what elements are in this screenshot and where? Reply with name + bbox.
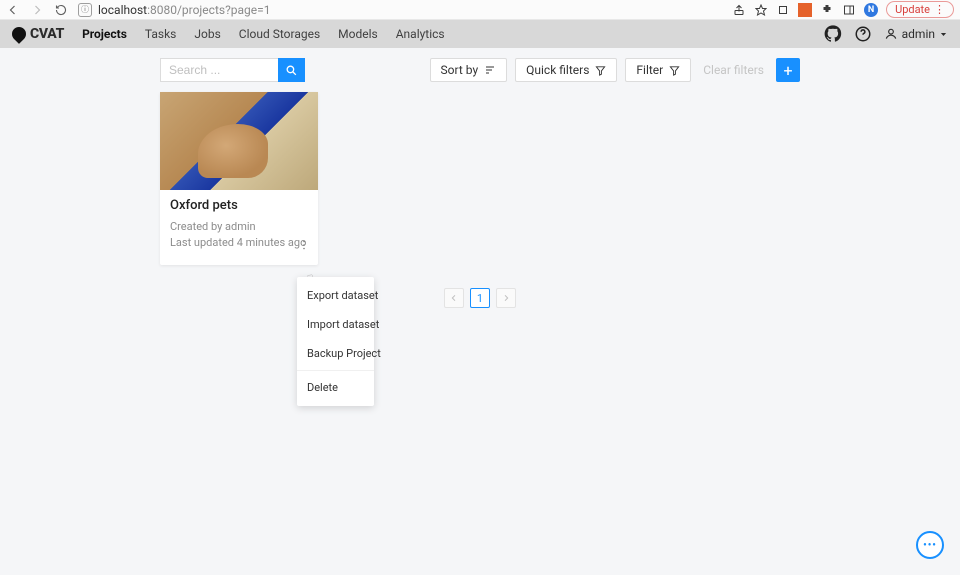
browser-bar: ⓘ localhost:8080/projects?page=1 N Updat… (0, 0, 960, 20)
browser-update-button[interactable]: Update ⋮ (886, 1, 954, 18)
chevron-left-icon (450, 294, 458, 302)
clear-filters-button: Clear filters (699, 58, 768, 82)
project-more-button[interactable] (296, 237, 312, 253)
browser-right-icons: N Update ⋮ (732, 1, 954, 18)
sort-button[interactable]: Sort by (430, 58, 508, 82)
help-icon[interactable] (854, 25, 872, 43)
address-bar[interactable]: ⓘ localhost:8080/projects?page=1 (74, 3, 726, 17)
ext-generic-icon[interactable] (776, 3, 790, 17)
page-prev (444, 288, 464, 308)
user-name: admin (902, 27, 935, 41)
nav-models[interactable]: Models (338, 27, 378, 41)
site-info-icon[interactable]: ⓘ (78, 3, 92, 17)
project-title: Oxford pets (170, 198, 308, 213)
project-card[interactable]: Oxford pets Created by admin Last update… (160, 92, 318, 265)
panel-icon[interactable] (842, 3, 856, 17)
search-icon (285, 64, 298, 77)
project-actions-dropdown: Export dataset Import dataset Backup Pro… (297, 277, 374, 406)
extensions-icon[interactable] (820, 3, 834, 17)
page-next (496, 288, 516, 308)
filter-button[interactable]: Filter (625, 58, 691, 82)
update-label: Update (895, 3, 930, 16)
page-body: Sort by Quick filters Filter Clear filte… (0, 48, 960, 575)
project-created: Created by admin (170, 219, 308, 235)
filter-label: Filter (636, 63, 663, 77)
add-project-button[interactable]: + (776, 58, 800, 82)
dd-export-dataset[interactable]: Export dataset (297, 281, 374, 310)
nav-right: admin (824, 25, 948, 43)
star-icon[interactable] (754, 3, 768, 17)
user-icon (884, 27, 898, 41)
search-button[interactable] (278, 58, 305, 82)
share-icon[interactable] (732, 3, 746, 17)
url-path: :8080/projects?page=1 (147, 3, 270, 17)
dd-separator (297, 370, 374, 371)
back-icon[interactable] (6, 3, 20, 17)
nav-tasks[interactable]: Tasks (145, 27, 177, 41)
project-thumbnail (160, 92, 318, 190)
kebab-icon (298, 239, 310, 251)
url-host: localhost (98, 3, 147, 17)
logo-mark-icon (9, 24, 29, 44)
user-menu[interactable]: admin (884, 27, 948, 41)
browser-nav-buttons (6, 3, 68, 17)
page-1[interactable]: 1 (470, 288, 490, 308)
chevron-down-icon (939, 30, 948, 39)
funnel-icon (595, 65, 606, 76)
brand-text: CVAT (30, 26, 64, 42)
app-logo[interactable]: CVAT (12, 26, 64, 42)
dd-backup-project[interactable]: Backup Project (297, 339, 374, 368)
search (160, 58, 305, 82)
dd-delete[interactable]: Delete (297, 373, 374, 402)
url-text: localhost:8080/projects?page=1 (98, 3, 270, 17)
ext-n-icon[interactable]: N (864, 3, 878, 17)
filter-controls: Sort by Quick filters Filter Clear filte… (430, 58, 800, 82)
nav-left: CVAT Projects Tasks Jobs Cloud Storages … (12, 26, 445, 42)
forward-icon[interactable] (30, 3, 44, 17)
nav-cloud-storages[interactable]: Cloud Storages (239, 27, 320, 41)
pagination: 1 (444, 288, 516, 308)
project-updated: Last updated 4 minutes ago (170, 235, 308, 251)
kebab-icon: ⋮ (934, 3, 945, 16)
sort-icon (484, 64, 496, 76)
chat-fab[interactable]: ••• (916, 531, 944, 559)
project-card-body: Oxford pets Created by admin Last update… (160, 190, 318, 265)
sort-label: Sort by (441, 63, 479, 77)
chevron-right-icon (502, 294, 510, 302)
ext-orange-icon[interactable] (798, 3, 812, 17)
nav-projects[interactable]: Projects (82, 27, 127, 41)
dd-import-dataset[interactable]: Import dataset (297, 310, 374, 339)
funnel-icon (669, 65, 680, 76)
nav-jobs[interactable]: Jobs (194, 27, 220, 41)
app-nav: CVAT Projects Tasks Jobs Cloud Storages … (0, 20, 960, 48)
reload-icon[interactable] (54, 3, 68, 17)
search-input[interactable] (160, 58, 278, 82)
toolbar: Sort by Quick filters Filter Clear filte… (0, 58, 960, 82)
fab-glyph: ••• (923, 540, 937, 551)
nav-analytics[interactable]: Analytics (396, 27, 445, 41)
quick-filters-label: Quick filters (526, 63, 589, 77)
github-icon[interactable] (824, 25, 842, 43)
quick-filters-button[interactable]: Quick filters (515, 58, 617, 82)
